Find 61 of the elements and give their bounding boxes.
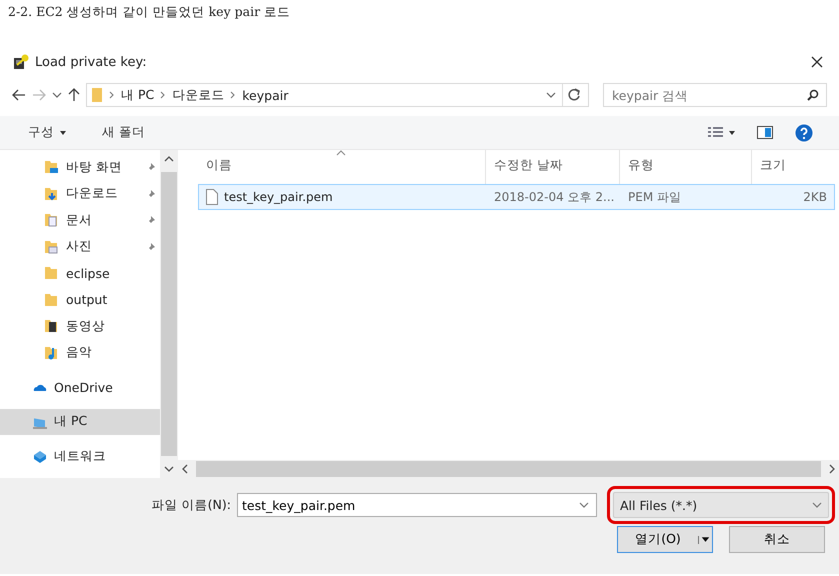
close-icon [811, 56, 823, 68]
preview-pane-icon[interactable] [757, 126, 773, 139]
download-folder-icon [44, 186, 60, 202]
file-name: test_key_pair.pem [224, 190, 333, 204]
sidebar-item[interactable]: 네트워크 [0, 443, 160, 470]
sidebar-item[interactable]: OneDrive [0, 374, 160, 400]
new-folder-button[interactable]: 새 폴더 [100, 122, 147, 143]
folder-icon [44, 292, 60, 308]
window-title: Load private key: [35, 54, 148, 70]
organize-button[interactable]: 구성 [26, 122, 70, 143]
chevron-down-icon[interactable] [579, 501, 589, 509]
back-arrow-icon[interactable] [12, 89, 26, 101]
horizontal-scrollbar[interactable] [178, 460, 839, 478]
folder-icon [44, 159, 60, 176]
document-folder-icon [44, 212, 60, 228]
view-list-icon[interactable] [707, 126, 735, 140]
help-icon[interactable] [795, 124, 813, 142]
chevron-right-icon [160, 91, 166, 99]
table-cell-text: PEM 파일 [627, 188, 682, 206]
chevron-down-icon [812, 501, 822, 509]
key-icon [12, 53, 30, 71]
network-icon [32, 448, 48, 464]
breadcrumb[interactable]: 다운로드 [172, 86, 224, 104]
file-icon [206, 189, 218, 205]
file-name-label: 파일 이름(N): [152, 496, 231, 514]
up-arrow-icon[interactable] [68, 88, 80, 102]
picture-folder-icon [44, 238, 60, 255]
folder-icon [44, 265, 60, 282]
chevron-down-icon[interactable] [546, 91, 556, 99]
sidebar-item[interactable]: 내 PC [0, 408, 160, 435]
sidebar-item[interactable]: 음악 [0, 340, 160, 366]
caret-icon [58, 128, 68, 136]
sidebar-item[interactable]: 문서 [0, 207, 160, 234]
chevron-right-icon [230, 91, 236, 99]
sidebar-item[interactable]: output [0, 286, 160, 313]
dropdown-arrow-icon [698, 536, 712, 544]
sidebar-item[interactable]: eclipse [0, 260, 160, 286]
chevron-right-icon [109, 91, 115, 99]
table-cell-text: 2018-02-04 오후 2... [493, 188, 616, 206]
video-folder-icon [44, 318, 60, 334]
page-heading: 2-2. EC2 생성하며 같이 만들었던 key pair 로드 [7, 3, 292, 21]
folder-icon [91, 87, 103, 103]
cancel-button[interactable]: 취소 [729, 526, 825, 553]
file-row[interactable]: test_key_pair.pem 2018-02-04 오후 2... PEM 파일 2KB [198, 184, 835, 210]
file-name-field[interactable]: test_key_pair.pem [237, 493, 597, 517]
sidebar-item[interactable]: 다운로드 [0, 180, 160, 207]
search-icon [807, 89, 819, 101]
sidebar-item[interactable]: 사진 [0, 234, 160, 260]
sidebar-item[interactable]: 동영상 [0, 313, 160, 340]
search-field[interactable]: keypair 검색 [603, 83, 827, 107]
chevron-down-icon[interactable] [52, 91, 62, 99]
refresh-icon[interactable] [566, 88, 580, 102]
sidebar-item[interactable]: 바탕 화면 [0, 154, 160, 180]
vertical-scrollbar[interactable] [160, 150, 178, 478]
table-cell-text: 2KB [802, 190, 828, 204]
address-bar[interactable]: 내 PC 다운로드 keypair [86, 83, 589, 107]
open-button[interactable]: 열기(O) [617, 526, 713, 553]
column-header[interactable]: 크기 [752, 150, 839, 184]
breadcrumb[interactable]: 내 PC [121, 86, 154, 104]
music-folder-icon [44, 344, 60, 361]
breadcrumb[interactable]: keypair [242, 88, 288, 102]
